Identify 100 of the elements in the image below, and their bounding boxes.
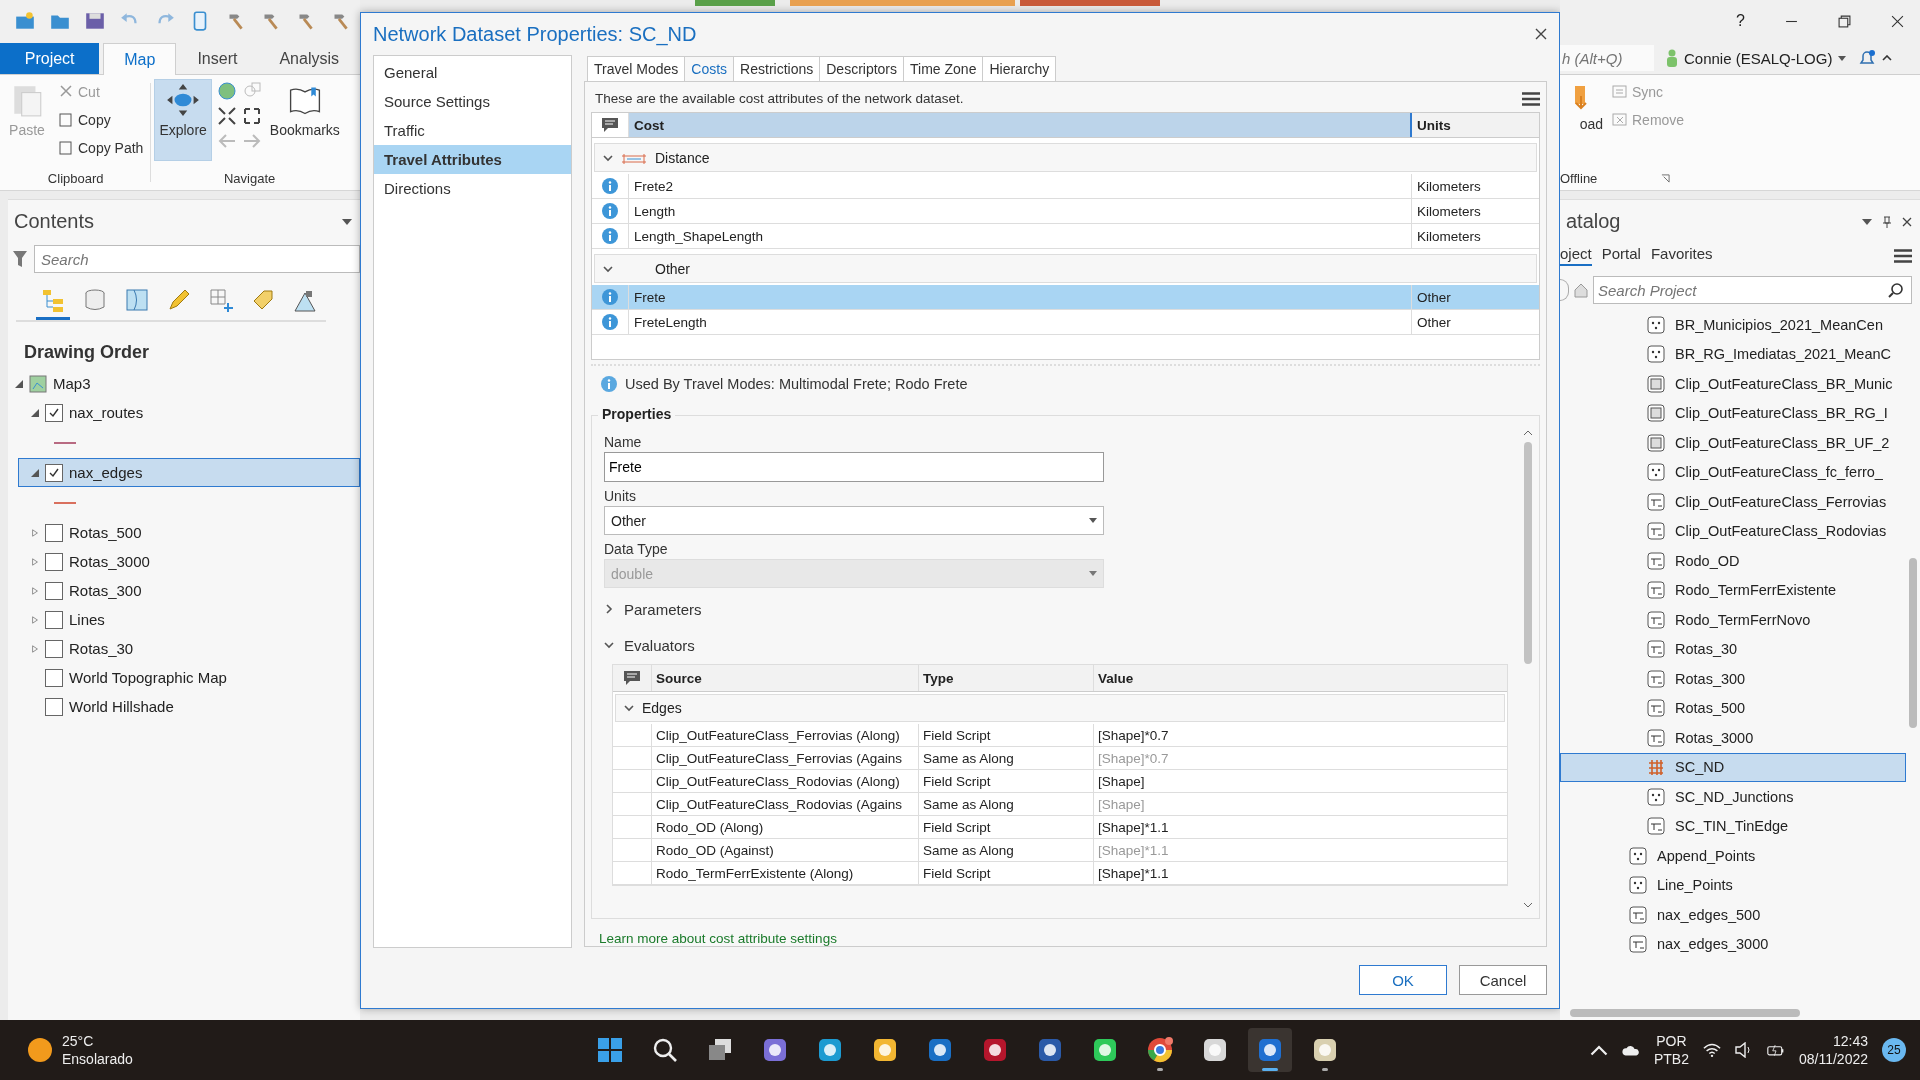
pane-tab[interactable]: Portal [1601, 245, 1641, 266]
nav-item[interactable]: Traffic [374, 116, 571, 145]
group-row[interactable]: Distance [594, 143, 1537, 173]
catalog-item[interactable]: Append_Points [1560, 841, 1906, 871]
layer-row[interactable]: Rotas_3000 [8, 547, 360, 576]
catalog-item[interactable]: nax_edges_3000 [1560, 929, 1906, 959]
clock[interactable]: 12:43 08/11/2022 [1798, 1033, 1868, 1067]
collapse-triangle-icon[interactable] [31, 468, 39, 477]
scroll-thumb[interactable] [1570, 1009, 1800, 1017]
catalog-item[interactable]: Line_Points [1560, 870, 1906, 900]
catalog-item[interactable]: SC_TIN_TinEdge [1560, 811, 1906, 841]
dropdown-caret-icon[interactable] [342, 218, 352, 225]
save-icon[interactable] [84, 10, 106, 32]
column-header[interactable]: Type [919, 665, 1094, 692]
ribbon-tab[interactable]: Map [103, 43, 177, 75]
layer-row[interactable]: nax_routes [8, 398, 360, 427]
scroll-thumb[interactable] [1524, 442, 1532, 665]
temperature[interactable]: 25°C [62, 1033, 133, 1049]
pane-tab[interactable]: Favorites [1650, 245, 1713, 266]
collapse-triangle-icon[interactable] [31, 408, 39, 417]
tab[interactable]: Descriptors [819, 56, 905, 82]
expand-triangle-icon[interactable] [31, 586, 39, 595]
menu-icon[interactable] [1894, 248, 1912, 263]
layer-row[interactable]: Lines [8, 605, 360, 634]
table-row[interactable]: Frete Other [592, 285, 1539, 311]
battery-icon[interactable] [1766, 1042, 1785, 1058]
close-icon[interactable] [1891, 14, 1904, 28]
tab[interactable]: Time Zone [903, 56, 984, 82]
catalog-item[interactable]: Rotas_300 [1560, 664, 1906, 694]
checkbox[interactable] [45, 463, 63, 482]
filter-icon[interactable] [12, 250, 28, 268]
bell-icon[interactable] [1858, 49, 1877, 67]
layer-row[interactable]: Rotas_30 [8, 634, 360, 663]
catalog-item[interactable]: SC_ND [1560, 752, 1906, 782]
user-menu[interactable]: Connie (ESALQ-LOG) [1684, 49, 1833, 67]
table-row[interactable]: Length_ShapeLength Kilometers [592, 224, 1539, 250]
catalog-item[interactable]: Rotas_3000 [1560, 723, 1906, 753]
search-field[interactable]: Search Project [1593, 276, 1912, 304]
layer-row[interactable]: World Hillshade [8, 692, 360, 721]
weather-condition[interactable]: Ensolarado [62, 1051, 133, 1067]
chevron-down-icon[interactable] [603, 152, 613, 163]
nav-item[interactable]: Directions [374, 174, 571, 203]
zoom-in-arrows-icon[interactable] [215, 106, 238, 126]
menu-icon[interactable] [1522, 91, 1540, 106]
info-icon[interactable] [602, 289, 618, 306]
checkbox[interactable] [45, 403, 63, 422]
language-indicator[interactable]: POR PTB2 [1653, 1033, 1689, 1067]
column-header[interactable]: Cost [629, 113, 1412, 138]
catalog-item[interactable]: Rotas_30 [1560, 634, 1906, 664]
collapse-caret-icon[interactable] [1882, 55, 1893, 61]
chevron-down-icon[interactable] [603, 263, 613, 274]
checkbox[interactable] [45, 697, 63, 716]
layer-row[interactable]: Rotas_300 [8, 576, 360, 605]
info-icon[interactable] [602, 178, 618, 195]
section-toggle[interactable]: Evaluators [604, 630, 695, 661]
checkbox[interactable] [45, 523, 63, 542]
nav-item[interactable]: Source Settings [374, 87, 571, 116]
sun-icon[interactable] [28, 1038, 52, 1062]
catalog-item[interactable]: BR_Municipios_2021_MeanCen [1560, 310, 1906, 340]
close-icon[interactable] [1535, 28, 1547, 40]
column-header[interactable]: Source [652, 665, 919, 692]
map-name[interactable]: Map3 [53, 375, 91, 392]
name-field[interactable]: Frete [604, 452, 1104, 483]
info-icon[interactable] [602, 228, 618, 245]
collapse-triangle-icon[interactable] [15, 379, 23, 388]
explore-button[interactable]: Explore [154, 79, 212, 161]
tab[interactable]: Hierarchy [982, 56, 1057, 82]
new-project-icon[interactable] [14, 10, 36, 32]
dropdown-caret-icon[interactable] [1862, 218, 1872, 225]
catalog-item[interactable]: Clip_OutFeatureClass_fc_ferro_ [1560, 457, 1906, 487]
pin-icon[interactable] [1882, 215, 1892, 228]
checkbox[interactable] [45, 610, 63, 629]
ok-button[interactable]: OK [1359, 965, 1447, 995]
close-icon[interactable] [1902, 215, 1912, 228]
dropdown-caret-icon[interactable] [1838, 55, 1847, 61]
table-row[interactable]: Frete2 Kilometers [592, 174, 1539, 200]
info-icon[interactable] [602, 314, 618, 331]
chevron-down-icon[interactable] [624, 703, 634, 714]
nav-item[interactable]: General [374, 58, 571, 87]
catalog-item[interactable]: Rotas_500 [1560, 693, 1906, 723]
checkbox[interactable] [45, 668, 63, 687]
ribbon-tab[interactable]: Project [0, 43, 100, 74]
ribbon-command[interactable]: Copy [54, 107, 148, 133]
expand-triangle-icon[interactable] [31, 557, 39, 566]
pane-tab[interactable]: oject [1560, 245, 1592, 266]
catalog-item[interactable]: Rodo_TermFerrNovo [1560, 605, 1906, 635]
scroll-thumb[interactable] [1909, 558, 1917, 728]
catalog-item[interactable]: SC_ND_Junctions [1560, 782, 1906, 812]
command-search-field[interactable]: h (Alt+Q) [1560, 45, 1654, 71]
speaker-icon[interactable] [1734, 1042, 1753, 1058]
dialog-launcher-icon[interactable] [1661, 174, 1670, 183]
help-link[interactable]: Learn more about cost attribute settings [599, 931, 837, 946]
ribbon-tab[interactable]: Analysis [258, 43, 360, 74]
catalog-item[interactable]: nax_edges_500 [1560, 900, 1906, 930]
section-toggle[interactable]: Parameters [604, 594, 702, 625]
layer-row[interactable]: Rotas_500 [8, 518, 360, 547]
ribbon-command[interactable]: Copy Path [54, 135, 148, 161]
expand-triangle-icon[interactable] [31, 528, 39, 537]
catalog-item[interactable]: Clip_OutFeatureClass_BR_UF_2 [1560, 428, 1906, 458]
taskbar-button[interactable] [1248, 1028, 1292, 1072]
